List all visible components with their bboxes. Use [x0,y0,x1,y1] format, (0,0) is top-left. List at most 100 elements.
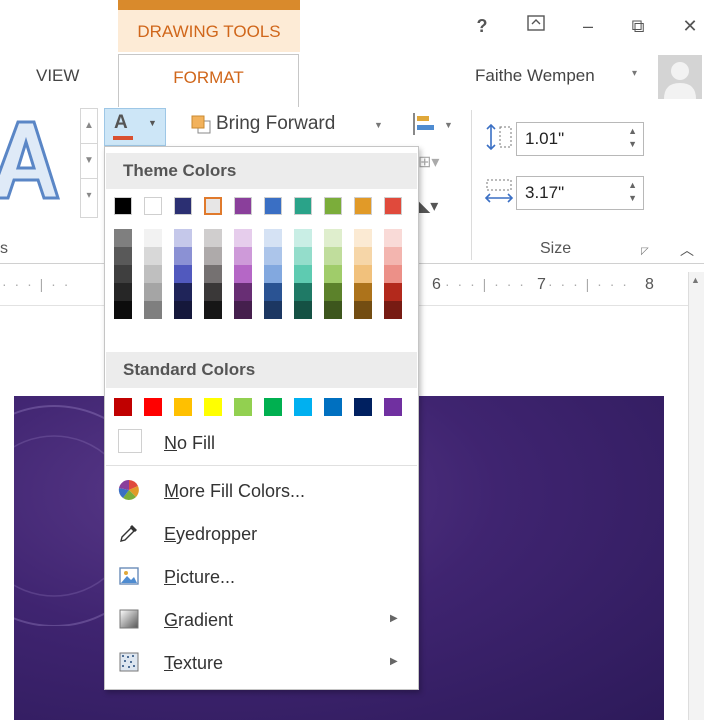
tab-view[interactable]: VIEW [36,66,79,86]
theme-shade-swatch[interactable] [264,301,282,319]
standard-color-swatch[interactable] [144,398,162,416]
theme-shade-swatch[interactable] [354,301,372,319]
theme-shade-swatch[interactable] [294,247,312,265]
chevron-down-icon[interactable]: ▼ [444,120,453,130]
standard-color-swatch[interactable] [384,398,402,416]
avatar[interactable] [658,55,702,99]
theme-color-swatch[interactable] [354,197,372,215]
standard-color-swatch[interactable] [264,398,282,416]
standard-color-swatch[interactable] [174,398,192,416]
theme-shade-swatch[interactable] [204,301,222,319]
more-fill-colors-item[interactable]: More Fill Colors... [106,471,417,511]
chevron-down-icon[interactable]: ▼ [374,120,383,130]
theme-shade-swatch[interactable] [144,229,162,247]
theme-shade-swatch[interactable] [144,283,162,301]
theme-shade-swatch[interactable] [174,229,192,247]
theme-color-swatch[interactable] [384,197,402,215]
theme-shade-swatch[interactable] [384,247,402,265]
eyedropper-item[interactable]: Eyedropper [106,514,417,554]
theme-shade-swatch[interactable] [114,229,132,247]
restore-icon[interactable]: ⧉ [626,14,650,38]
no-fill-item[interactable]: No Fill [106,423,417,463]
standard-color-swatch[interactable] [354,398,372,416]
theme-shade-swatch[interactable] [174,301,192,319]
theme-shade-swatch[interactable] [384,265,402,283]
theme-shade-swatch[interactable] [144,301,162,319]
shape-height-input[interactable]: 1.01" ▲ ▼ [516,122,644,156]
ribbon-display-options-icon[interactable] [524,14,548,38]
wordart-style-preview[interactable] [0,110,61,220]
chevron-down-icon[interactable]: ▾ [632,68,637,79]
theme-shade-swatch[interactable] [144,247,162,265]
theme-shade-swatch[interactable] [354,283,372,301]
standard-color-swatch[interactable] [234,398,252,416]
theme-shade-swatch[interactable] [324,247,342,265]
minimize-icon[interactable]: – [576,14,600,38]
wordart-gallery-scroll[interactable]: ▲ ▼ ▾ [80,108,98,218]
theme-shade-swatch[interactable] [324,283,342,301]
theme-color-swatch[interactable] [294,197,312,215]
scroll-down-icon[interactable]: ▼ [81,144,97,179]
theme-color-swatch[interactable] [144,197,162,215]
theme-shade-swatch[interactable] [324,229,342,247]
group-objects-icon[interactable]: ⊞▾ [418,152,439,172]
theme-shade-swatch[interactable] [354,265,372,283]
close-icon[interactable]: ✕ [678,14,702,38]
user-name[interactable]: Faithe Wempen [475,66,595,86]
theme-shade-swatch[interactable] [234,301,252,319]
theme-shade-swatch[interactable] [384,229,402,247]
vertical-scrollbar[interactable] [688,272,704,720]
theme-shade-swatch[interactable] [354,229,372,247]
theme-shade-swatch[interactable] [294,283,312,301]
chevron-down-icon[interactable]: ▼ [148,118,157,128]
scroll-up-icon[interactable]: ▲ [691,275,700,285]
theme-shade-swatch[interactable] [234,229,252,247]
theme-shade-swatch[interactable] [114,283,132,301]
theme-shade-swatch[interactable] [294,265,312,283]
theme-color-swatch[interactable] [174,197,192,215]
gradient-item[interactable]: Gradient ▶ [106,600,417,640]
theme-shade-swatch[interactable] [324,301,342,319]
theme-shade-swatch[interactable] [234,247,252,265]
align-icon[interactable] [412,112,438,139]
theme-shade-swatch[interactable] [234,283,252,301]
theme-shade-swatch[interactable] [174,283,192,301]
theme-shade-swatch[interactable] [294,229,312,247]
theme-color-swatch[interactable] [324,197,342,215]
theme-shade-swatch[interactable] [144,265,162,283]
theme-shade-swatch[interactable] [234,265,252,283]
theme-shade-swatch[interactable] [204,229,222,247]
theme-shade-swatch[interactable] [174,247,192,265]
texture-item[interactable]: Texture ▶ [106,643,417,683]
theme-shade-swatch[interactable] [384,301,402,319]
theme-color-swatch[interactable] [204,197,222,215]
theme-shade-swatch[interactable] [204,247,222,265]
shape-width-input[interactable]: 3.17" ▲ ▼ [516,176,644,210]
theme-shade-swatch[interactable] [204,265,222,283]
theme-shade-swatch[interactable] [384,283,402,301]
standard-color-swatch[interactable] [324,398,342,416]
gallery-more-icon[interactable]: ▾ [81,179,97,213]
standard-color-swatch[interactable] [294,398,312,416]
theme-shade-swatch[interactable] [294,301,312,319]
theme-shade-swatch[interactable] [354,247,372,265]
theme-shade-swatch[interactable] [264,265,282,283]
standard-color-swatch[interactable] [204,398,222,416]
collapse-ribbon-icon[interactable]: ︿ [680,240,694,260]
theme-shade-swatch[interactable] [264,283,282,301]
theme-shade-swatch[interactable] [114,265,132,283]
standard-color-swatch[interactable] [114,398,132,416]
tab-format[interactable]: FORMAT [118,54,299,107]
bring-forward-button[interactable]: Bring Forward [216,113,335,135]
theme-color-swatch[interactable] [264,197,282,215]
theme-shade-swatch[interactable] [114,301,132,319]
theme-shade-swatch[interactable] [174,265,192,283]
theme-color-swatch[interactable] [234,197,252,215]
rotate-icon[interactable]: ◣▾ [418,196,438,216]
picture-item[interactable]: Picture... [106,557,417,597]
theme-shade-swatch[interactable] [264,247,282,265]
dialog-launcher-icon[interactable]: ◸ [641,246,649,257]
theme-shade-swatch[interactable] [264,229,282,247]
theme-color-swatch[interactable] [114,197,132,215]
help-icon[interactable]: ? [470,14,494,38]
